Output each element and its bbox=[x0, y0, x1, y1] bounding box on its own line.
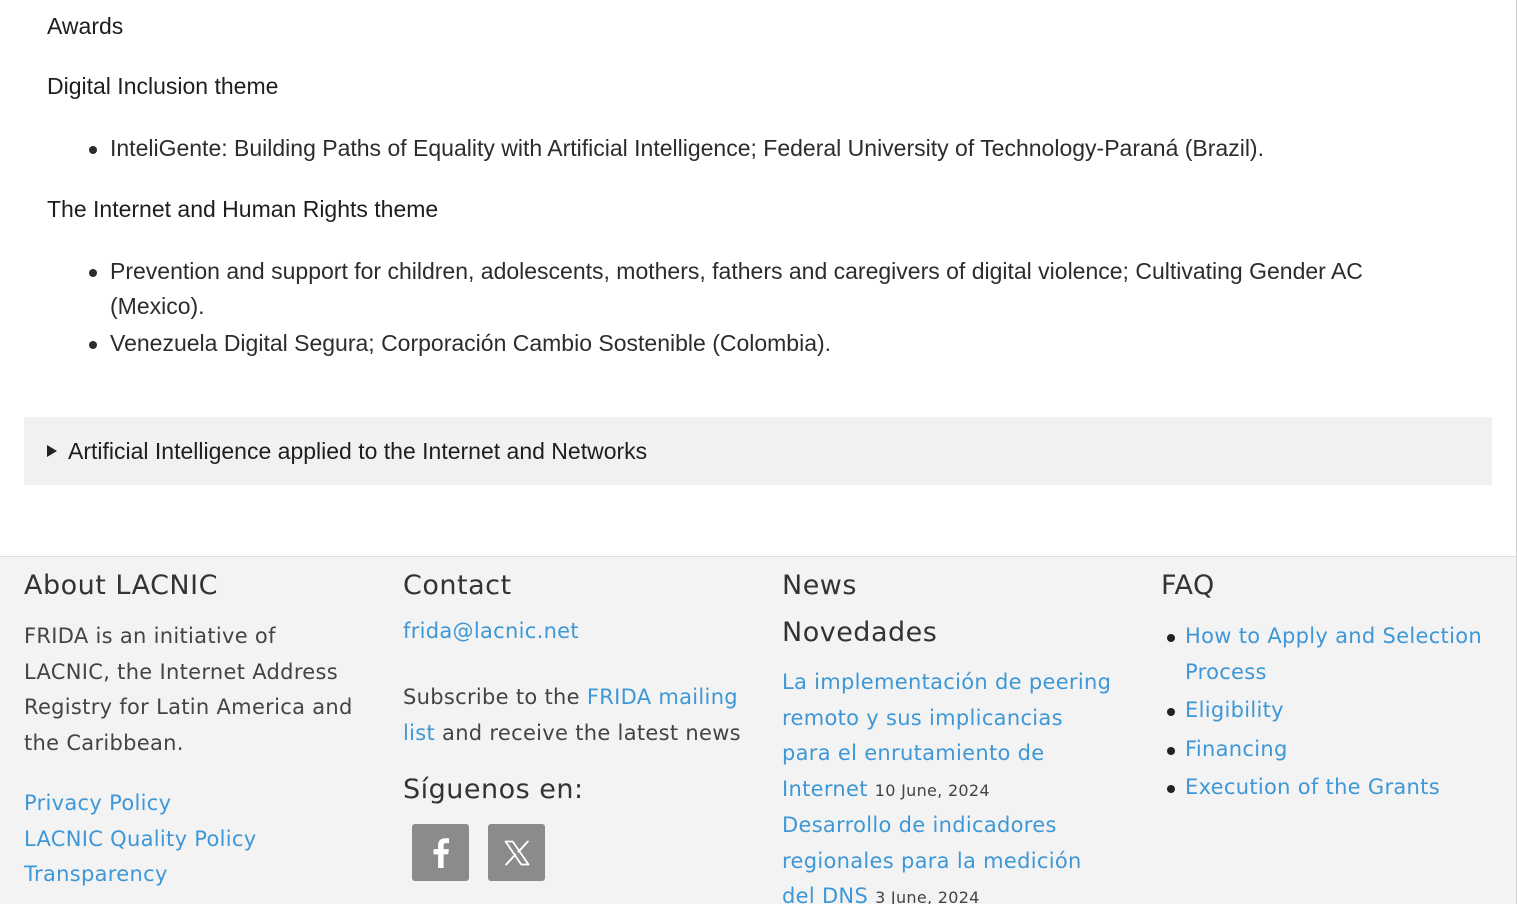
news-title: News bbox=[782, 570, 857, 601]
about-title: About LACNIC bbox=[24, 570, 218, 601]
faq-title: FAQ bbox=[1161, 570, 1215, 601]
faq-link-financing[interactable]: Financing bbox=[1185, 737, 1288, 761]
facebook-button[interactable] bbox=[412, 824, 469, 881]
disclosure-triangle-icon bbox=[47, 445, 57, 457]
faq-item: Execution of the Grants bbox=[1167, 770, 1495, 806]
human-rights-heading: The Internet and Human Rights theme bbox=[47, 196, 439, 222]
faq-item: Eligibility bbox=[1167, 693, 1495, 729]
news-item: La implementación de peering remoto y su… bbox=[782, 665, 1117, 808]
list-item: InteliGente: Building Paths of Equality … bbox=[89, 131, 1376, 166]
privacy-policy-link[interactable]: Privacy Policy bbox=[24, 786, 257, 822]
list-item: Venezuela Digital Segura; Corporación Ca… bbox=[89, 326, 1376, 361]
faq-item: Financing bbox=[1167, 732, 1495, 768]
faq-item: How to Apply and Selection Process bbox=[1167, 619, 1495, 690]
transparency-link[interactable]: Transparency bbox=[24, 857, 257, 893]
site-footer: About LACNIC FRIDA is an initiative of L… bbox=[0, 556, 1516, 904]
main-content: Awards Digital Inclusion theme InteliGen… bbox=[0, 0, 1516, 556]
faq-link-apply[interactable]: How to Apply and Selection Process bbox=[1185, 624, 1482, 684]
digital-inclusion-list: InteliGente: Building Paths of Equality … bbox=[89, 131, 1376, 168]
news-item-date: 10 June, 2024 bbox=[874, 780, 990, 800]
facebook-icon bbox=[433, 837, 449, 868]
news-item: Desarrollo de indicadores regionales par… bbox=[782, 808, 1117, 904]
news-item-date: 3 June, 2024 bbox=[875, 888, 980, 904]
about-text: FRIDA is an initiative of LACNIC, the In… bbox=[24, 624, 353, 755]
digital-inclusion-heading: Digital Inclusion theme bbox=[47, 73, 279, 99]
news-list: La implementación de peering remoto y su… bbox=[782, 665, 1117, 904]
x-twitter-button[interactable] bbox=[488, 824, 545, 881]
list-item: Prevention and support for children, ado… bbox=[89, 254, 1376, 324]
quality-policy-link[interactable]: LACNIC Quality Policy bbox=[24, 822, 257, 858]
x-twitter-icon bbox=[504, 840, 529, 865]
faq-link-execution[interactable]: Execution of the Grants bbox=[1185, 775, 1440, 799]
faq-list: How to Apply and Selection Process Eligi… bbox=[1167, 619, 1495, 809]
subscribe-prefix: Subscribe to the bbox=[403, 685, 587, 709]
contact-email-link[interactable]: frida@lacnic.net bbox=[403, 619, 579, 643]
faq-link-eligibility[interactable]: Eligibility bbox=[1185, 698, 1284, 722]
subscribe-suffix: and receive the latest news bbox=[435, 720, 741, 745]
awards-heading: Awards bbox=[47, 13, 124, 39]
collapsible-summary-label: Artificial Intelligence applied to the I… bbox=[68, 437, 648, 464]
ai-networks-collapsible[interactable]: Artificial Intelligence applied to the I… bbox=[24, 417, 1492, 485]
footer-policy-links: Privacy Policy LACNIC Quality Policy Tra… bbox=[24, 786, 257, 893]
news-subtitle: Novedades bbox=[782, 617, 938, 648]
follow-us-label: Síguenos en: bbox=[403, 774, 584, 805]
subscribe-text: Subscribe to the FRIDA mailing list and … bbox=[403, 680, 743, 751]
contact-title: Contact bbox=[403, 570, 512, 601]
human-rights-list: Prevention and support for children, ado… bbox=[89, 254, 1376, 363]
